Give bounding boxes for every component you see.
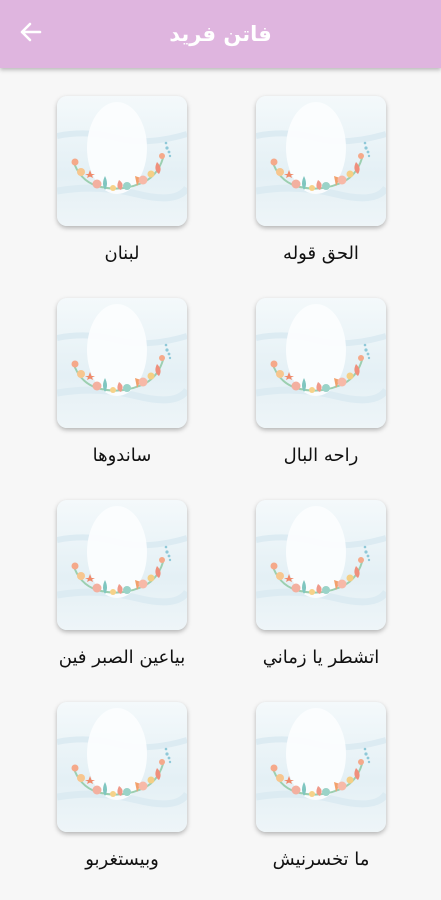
back-button[interactable] <box>14 18 48 50</box>
song-card-thumbnail[interactable] <box>256 500 386 630</box>
song-title[interactable]: لبنان <box>22 243 222 264</box>
song-card-thumbnail[interactable] <box>256 298 386 428</box>
app-bar: فاتن فريد <box>0 0 441 68</box>
song-card-thumbnail[interactable] <box>57 702 187 832</box>
song-title[interactable]: الحق قوله <box>221 243 421 264</box>
song-card-thumbnail[interactable] <box>256 702 386 832</box>
song-card-thumbnail[interactable] <box>57 500 187 630</box>
song-title[interactable]: ما تخسرنيش <box>221 849 421 870</box>
song-title[interactable]: بياعين الصبر فين <box>22 647 222 668</box>
song-card-thumbnail[interactable] <box>57 96 187 226</box>
page-title: فاتن فريد <box>169 22 272 46</box>
song-card-thumbnail[interactable] <box>57 298 187 428</box>
song-title[interactable]: اتشطر يا زماني <box>221 647 421 668</box>
song-title[interactable]: ساندوها <box>22 445 222 466</box>
song-title[interactable]: وبيستغربو <box>22 849 222 870</box>
song-card-thumbnail[interactable] <box>256 96 386 226</box>
arrow-left-icon <box>20 22 42 46</box>
song-title[interactable]: راحه البال <box>221 445 421 466</box>
